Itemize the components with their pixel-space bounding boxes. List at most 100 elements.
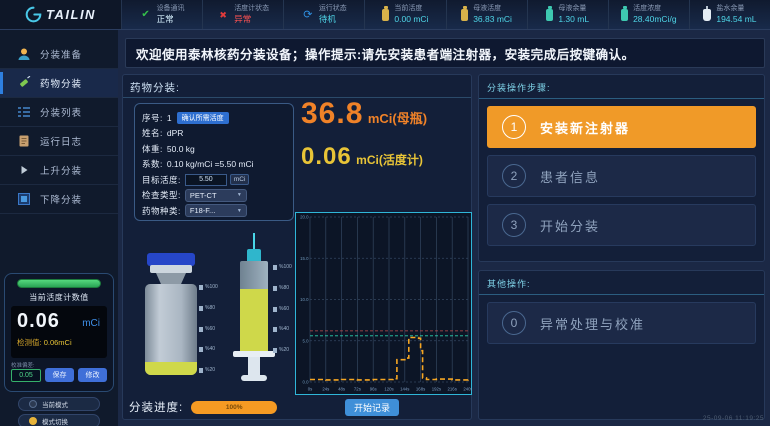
- drug-value: F18-F...: [190, 206, 215, 215]
- dispense-panel: 药物分装: 序号: 1 确认所需活度 姓名: dPR 体重: 50.0 kg 系…: [122, 74, 472, 420]
- chevron-down-icon: ▼: [237, 208, 242, 214]
- syringe-scale: %100%80%60%40%20: [273, 265, 292, 353]
- exam-value: PET-CT: [190, 191, 217, 200]
- status-label: 盐水余量: [716, 5, 756, 14]
- standby-icon: ⟳: [302, 10, 314, 20]
- steps-panel-title: 分装操作步骤:: [479, 75, 764, 99]
- mode-button-current[interactable]: 当前模式: [18, 397, 100, 411]
- step-number: 2: [502, 164, 526, 188]
- patient-form: 序号: 1 确认所需活度 姓名: dPR 体重: 50.0 kg 系数: 0.1…: [134, 103, 294, 221]
- start-record-button[interactable]: 开始记录: [345, 399, 399, 416]
- welcome-text: 欢迎使用泰林核药分装设备；操作提示:请先安装患者端注射器，安装完成后按键确认。: [136, 44, 635, 63]
- svg-text:20.0: 20.0: [300, 215, 309, 220]
- status-label: 活度计状态: [234, 5, 269, 14]
- step-start-dispense[interactable]: 3 开始分装: [487, 204, 756, 246]
- svg-text:15.0: 15.0: [300, 256, 309, 261]
- status-label: 母液余量: [558, 5, 589, 14]
- status-value: 正常: [157, 14, 185, 25]
- sidebar-item-dispense[interactable]: 药物分装: [0, 69, 118, 98]
- step-number: 0: [502, 311, 526, 335]
- mode-icon: [29, 400, 37, 408]
- app-root: TAILIN ✔ 设备通讯正常 ✖ 活度计状态异常 ⟳ 运行状态待机 当前活度0…: [0, 0, 770, 426]
- meter-status-bar: [17, 279, 101, 288]
- tailin-logo-icon: [25, 6, 42, 23]
- status-mother-activity: 母液活度36.83 mCi: [447, 0, 528, 29]
- top-status-bar: TAILIN ✔ 设备通讯正常 ✖ 活度计状态异常 ⟳ 运行状态待机 当前活度0…: [0, 0, 770, 30]
- mode-pills: 当前模式 模式切换: [0, 397, 118, 426]
- status-value: 28.40mCi/g: [633, 14, 676, 25]
- target-activity-input[interactable]: [185, 174, 227, 186]
- form-row-target: 目标活度: mCi: [142, 172, 286, 188]
- step-label: 异常处理与校准: [540, 314, 645, 333]
- sidebar-item-prepare[interactable]: 分装准备: [0, 40, 118, 69]
- activity-meter-unit: mCi(活度计): [356, 153, 423, 167]
- meter-title: 当前活度计数值: [11, 292, 107, 303]
- seq-value: 1: [167, 113, 172, 123]
- meter-detect-label: 检测值:: [17, 338, 42, 347]
- svg-text:216s: 216s: [448, 387, 457, 392]
- stop-icon: [17, 192, 31, 206]
- meter-detected: 检测值: 0.06mCi: [17, 337, 101, 348]
- svg-text:168s: 168s: [416, 387, 425, 392]
- confirm-activity-button[interactable]: 确认所需活度: [177, 112, 229, 124]
- vial-scale: %100%80%60%40%20: [199, 285, 218, 373]
- status-label: 母液活度: [473, 5, 512, 14]
- play-icon: [17, 163, 31, 177]
- sidebar-item-lower[interactable]: 下降分装: [0, 185, 118, 214]
- name-value: dPR: [167, 128, 184, 138]
- save-button[interactable]: 保存: [45, 368, 74, 382]
- mode-button-switch[interactable]: 模式切换: [18, 414, 100, 426]
- step-label: 患者信息: [540, 167, 600, 186]
- operator-icon: [17, 47, 31, 61]
- form-row-coef: 系数: 0.10 kg/mCi =5.50 mCi: [142, 157, 286, 173]
- sidebar-item-log[interactable]: 运行日志: [0, 127, 118, 156]
- dispense-panel-title: 药物分装:: [130, 80, 180, 95]
- status-value: 异常: [234, 14, 269, 25]
- mode-label: 当前模式: [42, 399, 68, 409]
- sidebar-item-label: 运行日志: [40, 134, 82, 148]
- list-icon: [17, 105, 31, 119]
- syringe-graphic: [237, 233, 271, 383]
- svg-text:0s: 0s: [308, 387, 313, 392]
- sidebar-item-raise[interactable]: 上升分装: [0, 156, 118, 185]
- modify-button[interactable]: 修改: [78, 368, 107, 382]
- mother-vial-readout: 36.8 mCi(母瓶): [301, 97, 427, 131]
- exam-type-select[interactable]: PET-CT ▼: [185, 189, 247, 202]
- sidebar-item-label: 药物分装: [40, 76, 82, 90]
- svg-text:10.0: 10.0: [300, 297, 309, 302]
- status-value: 0.00 mCi: [394, 14, 428, 25]
- step-install-syringe[interactable]: 1 安装新注射器: [487, 106, 756, 148]
- syringe-liquid-level: [240, 289, 268, 353]
- tailin-logo-text: TAILIN: [46, 7, 96, 22]
- step-label: 开始分装: [540, 216, 600, 235]
- svg-text:240s: 240s: [463, 387, 472, 392]
- status-label: 运行状态: [319, 5, 347, 14]
- drug-type-select[interactable]: F18-F... ▼: [185, 204, 247, 217]
- form-row-drug: 药物种类: F18-F... ▼: [142, 203, 286, 219]
- activity-chart: 0s24s48s72s96s120s144s168s192s216s240s0.…: [295, 212, 472, 395]
- step-patient-info[interactable]: 2 患者信息: [487, 155, 756, 197]
- vial-icon: [621, 9, 628, 21]
- step-exception-calibration[interactable]: 0 异常处理与校准: [487, 302, 756, 344]
- activity-meter-readout: 0.06 mCi(活度计): [301, 143, 423, 171]
- meter-unit: mCi: [82, 318, 100, 329]
- status-mother-volume: 母液余量1.30 mL: [528, 0, 609, 29]
- weight-value: 50.0 kg: [167, 144, 195, 154]
- status-label: 当前活度: [394, 5, 428, 14]
- sidebar-item-label: 分装准备: [40, 47, 82, 61]
- mode-label: 模式切换: [42, 416, 68, 426]
- vial-icon: [382, 9, 389, 21]
- status-saline-volume: 盐水余量194.54 mL: [690, 0, 770, 29]
- other-panel-title: 其他操作:: [479, 271, 764, 295]
- status-current-activity: 当前活度0.00 mCi: [365, 0, 446, 29]
- chevron-down-icon: ▼: [237, 192, 242, 198]
- svg-text:96s: 96s: [370, 387, 377, 392]
- svg-text:24s: 24s: [322, 387, 329, 392]
- fill-graphics: %100%80%60%40%20 %100%80%60%40%20: [137, 225, 295, 387]
- progress-row: 分装进度: 100%: [129, 399, 277, 415]
- sidebar-nav: 分装准备 药物分装 分装列表 运行日志 上升分装 下降分装 当前活度计数值 0.…: [0, 30, 118, 426]
- vial-graphic: [145, 253, 197, 375]
- svg-text:72s: 72s: [354, 387, 361, 392]
- vial-icon: [461, 9, 468, 21]
- sidebar-item-list[interactable]: 分装列表: [0, 98, 118, 127]
